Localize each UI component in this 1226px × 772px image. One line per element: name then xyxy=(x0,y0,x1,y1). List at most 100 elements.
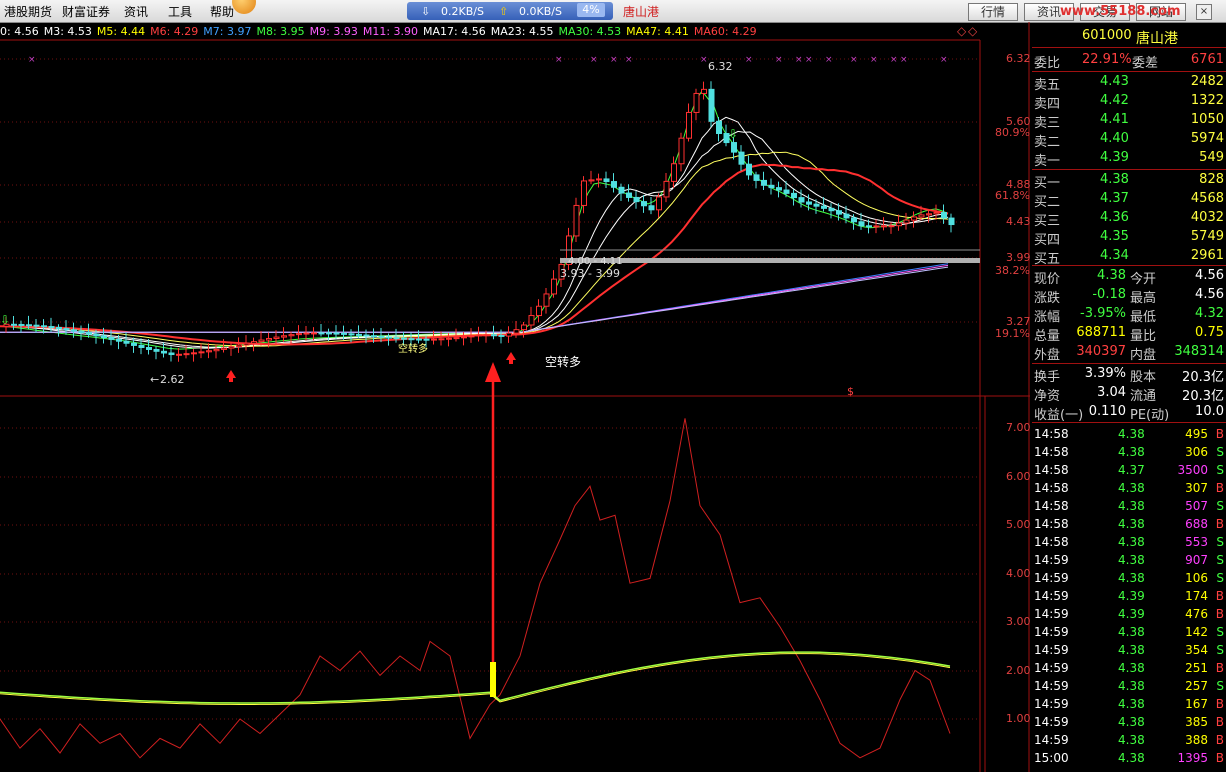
candle xyxy=(71,329,77,332)
tick-price: 4.38 xyxy=(1118,643,1145,657)
candle xyxy=(18,323,25,326)
tick-row[interactable]: 14:59 4.39 476 B xyxy=(1032,605,1226,623)
bid-label: 买三 xyxy=(1034,214,1061,229)
tick-price: 4.38 xyxy=(1118,733,1145,747)
ask-row: 卖四 4.42 1322 xyxy=(1032,92,1226,112)
candle xyxy=(63,328,70,331)
indicator-line-yellow xyxy=(0,653,951,705)
range-bar xyxy=(560,258,980,263)
stock-name: 唐山港 xyxy=(1136,31,1178,47)
tick-time: 14:58 xyxy=(1034,427,1069,441)
tick-row[interactable]: 14:59 4.38 257 S xyxy=(1032,677,1226,695)
low-label: 2.62 xyxy=(160,373,185,386)
tick-side: S xyxy=(1216,499,1224,513)
price-tick: 3.99 xyxy=(1006,251,1031,264)
candle xyxy=(798,197,805,203)
candle xyxy=(93,333,100,337)
candle xyxy=(431,338,437,341)
tick-side: B xyxy=(1215,589,1224,603)
tick-volume: 507 xyxy=(1185,499,1208,513)
candle xyxy=(633,196,640,203)
tick-price: 4.38 xyxy=(1118,715,1145,729)
ask-label: 卖一 xyxy=(1034,154,1061,169)
x-marker-icon: × xyxy=(610,55,618,65)
tick-row[interactable]: 14:59 4.38 388 B xyxy=(1032,731,1226,749)
tick-price: 4.38 xyxy=(1118,553,1145,567)
tick-row[interactable]: 14:59 4.38 907 S xyxy=(1032,551,1226,569)
menu-close-icon[interactable]: × xyxy=(1196,4,1212,20)
candle xyxy=(108,337,115,340)
tick-volume: 106 xyxy=(1185,571,1208,585)
candle xyxy=(926,213,932,216)
kline-chart[interactable]: ⇩ ⇩ $ × × × × × × × × × × × × × × × × 6.32 2.62 ← 3.93 … xyxy=(0,0,1030,772)
candle xyxy=(153,348,160,352)
tick-time: 14:59 xyxy=(1034,733,1069,747)
tick-time: 14:58 xyxy=(1034,481,1069,495)
tick-side: S xyxy=(1216,535,1224,549)
tick-price: 4.38 xyxy=(1118,535,1145,549)
tick-row[interactable]: 14:59 4.38 385 B xyxy=(1032,713,1226,731)
candle xyxy=(843,213,850,219)
tick-price: 4.38 xyxy=(1118,445,1145,459)
candle xyxy=(603,178,610,183)
tick-row[interactable]: 14:58 4.38 307 B xyxy=(1032,479,1226,497)
stat-label: 净资 xyxy=(1034,389,1061,404)
tick-volume: 388 xyxy=(1185,733,1208,747)
tick-row[interactable]: 15:00 4.38 1395 B xyxy=(1032,749,1226,767)
tick-time: 14:59 xyxy=(1034,697,1069,711)
signal-label-2: 空转多 xyxy=(398,342,428,355)
ind-tick: 3.00 xyxy=(1006,615,1031,628)
x-marker-icon: × xyxy=(700,55,708,65)
candle xyxy=(86,332,92,335)
candle xyxy=(326,332,332,335)
tick-row[interactable]: 14:58 4.37 3500 S xyxy=(1032,461,1226,479)
stat-row: 净资 3.04 流通 20.3亿 xyxy=(1032,384,1226,404)
signal-arrow-icon xyxy=(485,362,501,382)
candle xyxy=(161,350,167,354)
candle xyxy=(438,338,445,341)
tick-price: 4.39 xyxy=(1118,607,1145,621)
tick-row[interactable]: 14:58 4.38 495 B xyxy=(1032,425,1226,443)
ask-row: 卖二 4.40 5974 xyxy=(1032,130,1226,150)
tick-row[interactable]: 14:58 4.38 553 S xyxy=(1032,533,1226,551)
x-marker-icon: × xyxy=(805,55,813,65)
indicator-line-red xyxy=(0,418,951,759)
stat-value: 4.56 xyxy=(1195,268,1224,283)
bid-volume: 4568 xyxy=(1190,191,1224,206)
stat-label: 涨跌 xyxy=(1034,291,1061,306)
tick-time: 14:59 xyxy=(1034,571,1069,585)
tick-row[interactable]: 14:59 4.38 251 B xyxy=(1032,659,1226,677)
tick-time: 14:58 xyxy=(1034,445,1069,459)
tick-row[interactable]: 14:58 4.38 507 S xyxy=(1032,497,1226,515)
tick-row[interactable]: 14:59 4.38 167 B xyxy=(1032,695,1226,713)
tick-row[interactable]: 14:59 4.39 174 B xyxy=(1032,587,1226,605)
candle xyxy=(551,278,557,295)
ind-tick: 4.00 xyxy=(1006,567,1031,580)
tick-time: 14:59 xyxy=(1034,679,1069,693)
candle xyxy=(941,212,947,219)
tick-row[interactable]: 14:59 4.38 142 S xyxy=(1032,623,1226,641)
bid-volume: 828 xyxy=(1199,172,1224,187)
tick-volume: 385 xyxy=(1185,715,1208,729)
tick-row[interactable]: 14:58 4.38 688 B xyxy=(1032,515,1226,533)
ask-volume: 549 xyxy=(1199,150,1224,165)
tick-time: 15:00 xyxy=(1034,751,1069,765)
tick-price: 4.38 xyxy=(1118,517,1145,531)
x-marker-icon: × xyxy=(825,55,833,65)
price-tick: 6.32 xyxy=(1006,52,1031,65)
candle xyxy=(483,334,490,337)
tick-row[interactable]: 14:58 4.38 306 S xyxy=(1032,443,1226,461)
candle xyxy=(116,338,122,342)
tick-volume: 167 xyxy=(1185,697,1208,711)
candle xyxy=(858,221,865,227)
tick-side: S xyxy=(1216,679,1224,693)
tick-row[interactable]: 14:59 4.38 354 S xyxy=(1032,641,1226,659)
tick-row[interactable]: 14:59 4.38 106 S xyxy=(1032,569,1226,587)
ask-row: 卖五 4.43 2482 xyxy=(1032,73,1226,93)
candle xyxy=(828,207,835,212)
candle xyxy=(948,217,955,226)
ask-row: 卖一 4.39 549 xyxy=(1032,149,1226,169)
ask-price: 4.42 xyxy=(1100,93,1129,108)
tick-time: 14:58 xyxy=(1034,535,1069,549)
x-marker-icon: × xyxy=(555,55,563,65)
